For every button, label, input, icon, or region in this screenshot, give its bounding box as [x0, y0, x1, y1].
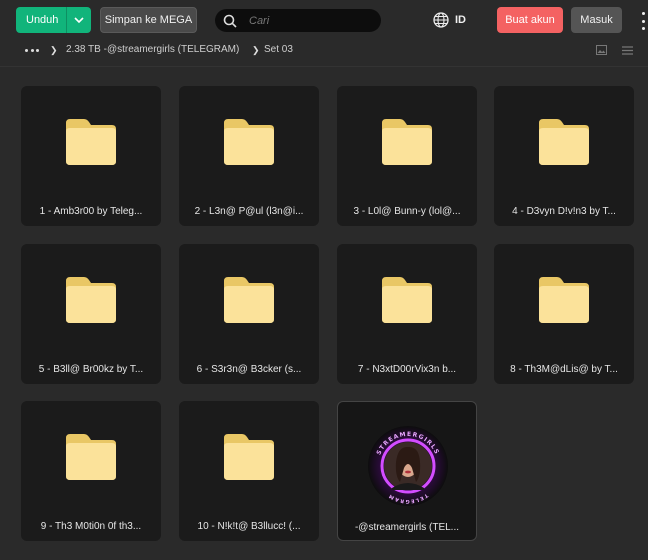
folder-item[interactable]: 5 - B3ll@ Br00kz by T... — [21, 244, 161, 384]
more-dots-icon[interactable] — [25, 45, 39, 55]
item-name: 2 - L3n@ P@ul (l3n@i... — [194, 206, 304, 217]
item-name: 3 - L0l@ Bunn-y (lol@... — [353, 206, 461, 217]
folder-icon — [66, 277, 116, 323]
grid-view-icon[interactable] — [640, 44, 648, 56]
image-file-item[interactable]: STREAMERGIRLS TELEGRAM -@streamergirls (… — [337, 401, 477, 541]
image-view-icon[interactable] — [588, 44, 614, 56]
search-bar[interactable] — [215, 9, 381, 32]
breadcrumb-item-root[interactable]: 2.38 TB -@streamergirls (TELEGRAM) — [66, 44, 239, 55]
chevron-right-icon: ❯ — [50, 45, 58, 55]
download-button-label: Unduh — [26, 14, 59, 26]
create-account-button[interactable]: Buat akun — [497, 7, 563, 33]
folder-icon — [539, 119, 589, 165]
folder-icon — [224, 277, 274, 323]
view-toggle — [588, 44, 648, 56]
search-input[interactable] — [249, 14, 369, 27]
folder-icon — [224, 119, 274, 165]
folder-icon — [382, 119, 432, 165]
item-name: 7 - N3xtD00rVix3n b... — [357, 364, 457, 375]
globe-icon — [433, 12, 449, 28]
more-menu-icon[interactable] — [639, 12, 648, 30]
search-icon — [223, 12, 241, 30]
folder-icon — [539, 277, 589, 323]
folder-icon — [224, 434, 274, 480]
item-name: 10 - N!k!t@ B3llucc! (... — [197, 521, 301, 532]
item-name: -@streamergirls (TEL... — [354, 522, 460, 533]
folder-item[interactable]: 10 - N!k!t@ B3llucc! (... — [179, 401, 319, 541]
thumbnail-image: STREAMERGIRLS TELEGRAM — [368, 426, 448, 506]
login-button[interactable]: Masuk — [571, 7, 622, 33]
folder-icon — [382, 277, 432, 323]
top-bar: Unduh Simpan ke MEGA ID Buat akun Masuk — [0, 0, 648, 40]
folder-item[interactable]: 3 - L0l@ Bunn-y (lol@... — [337, 86, 477, 226]
chevron-right-icon: ❯ — [252, 45, 260, 55]
item-name: 4 - D3vyn D!v!n3 by T... — [512, 206, 616, 217]
folder-item[interactable]: 4 - D3vyn D!v!n3 by T... — [494, 86, 634, 226]
folder-item[interactable]: 7 - N3xtD00rVix3n b... — [337, 244, 477, 384]
folder-item[interactable]: 6 - S3r3n@ B3cker (s... — [179, 244, 319, 384]
chevron-down-icon[interactable] — [67, 16, 91, 24]
folder-item[interactable]: 9 - Th3 M0ti0n 0f th3... — [21, 401, 161, 541]
header-divider — [0, 66, 648, 67]
folder-item[interactable]: 2 - L3n@ P@ul (l3n@i... — [179, 86, 319, 226]
folder-item[interactable]: 8 - Th3M@dLis@ by T... — [494, 244, 634, 384]
breadcrumb: ❯ 2.38 TB -@streamergirls (TELEGRAM) ❯ S… — [0, 40, 648, 60]
item-name: 1 - Amb3r00 by Teleg... — [39, 206, 143, 217]
item-name: 8 - Th3M@dLis@ by T... — [510, 364, 618, 375]
save-to-mega-button[interactable]: Simpan ke MEGA — [100, 7, 197, 33]
item-name: 9 - Th3 M0ti0n 0f th3... — [40, 521, 142, 532]
list-view-icon[interactable] — [614, 44, 640, 56]
download-button[interactable]: Unduh — [16, 7, 91, 33]
language-selector[interactable]: ID — [433, 11, 466, 29]
language-code: ID — [455, 14, 466, 26]
breadcrumb-item-current[interactable]: Set 03 — [264, 44, 293, 55]
item-name: 5 - B3ll@ Br00kz by T... — [38, 364, 144, 375]
item-name: 6 - S3r3n@ B3cker (s... — [196, 364, 302, 375]
folder-icon — [66, 434, 116, 480]
folder-item[interactable]: 1 - Amb3r00 by Teleg... — [21, 86, 161, 226]
folder-icon — [66, 119, 116, 165]
